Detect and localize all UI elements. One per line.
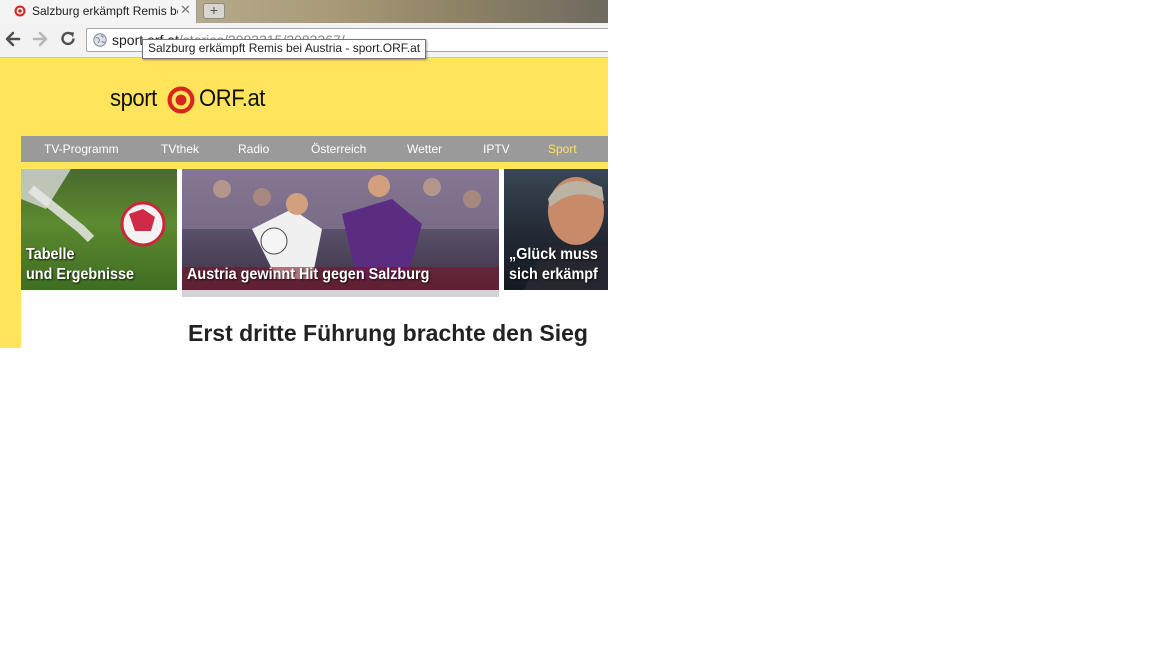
nav-oesterreich[interactable]: Österreich — [311, 142, 366, 156]
nav-iptv[interactable]: IPTV — [483, 142, 510, 156]
teaser-austria-salzburg[interactable]: Austria gewinnt Hit gegen Salzburg — [182, 169, 499, 290]
logo-text-orf: ORF.at — [199, 85, 265, 112]
browser-tab[interactable]: Salzburg erkämpft Remis be ✕ — [0, 0, 197, 23]
teaser-caption: „Glück muss sich erkämpf — [509, 245, 598, 285]
web-page: sport ORF.at TV-Programm TVthek Radio Ös… — [0, 58, 608, 348]
nav-wetter[interactable]: Wetter — [407, 142, 442, 156]
browser-window: Salzburg erkämpft Remis be ✕ + sport.orf… — [0, 0, 608, 348]
teaser-caption-line: Tabelle — [26, 246, 75, 263]
teaser-caption-line: und Ergebnisse — [26, 266, 135, 283]
main-navigation: TV-Programm TVthek Radio Österreich Wett… — [21, 136, 608, 162]
teaser-caption-line: Austria gewinnt Hit gegen Salzburg — [187, 266, 430, 283]
left-brand-stripe — [0, 58, 21, 348]
teaser-caption: Tabelle und Ergebnisse — [26, 245, 134, 285]
teaser-caption: Austria gewinnt Hit gegen Salzburg — [187, 265, 429, 285]
nav-radio[interactable]: Radio — [238, 142, 269, 156]
nav-tvthek[interactable]: TVthek — [161, 142, 199, 156]
new-tab-button[interactable]: + — [203, 3, 225, 19]
reload-icon[interactable] — [58, 29, 78, 49]
teaser-active-indicator — [182, 290, 499, 297]
teaser-glueck[interactable]: „Glück muss sich erkämpf — [504, 169, 608, 290]
tab-title: Salzburg erkämpft Remis be — [32, 4, 178, 18]
tab-tooltip: Salzburg erkämpft Remis bei Austria - sp… — [142, 39, 427, 59]
orf-ring-icon — [167, 86, 195, 114]
globe-icon — [93, 33, 107, 47]
article-headline: Erst dritte Führung brachte den Sieg — [188, 320, 588, 346]
tab-strip: Salzburg erkämpft Remis be ✕ + — [0, 0, 608, 23]
teaser-caption-line: sich erkämpf — [509, 266, 598, 283]
teaser-caption-line: „Glück muss — [509, 246, 598, 263]
nav-tv-programm[interactable]: TV-Programm — [44, 142, 119, 156]
teaser-tabelle[interactable]: Tabelle und Ergebnisse — [21, 169, 177, 290]
forward-arrow-icon[interactable] — [30, 29, 50, 49]
back-arrow-icon[interactable] — [3, 29, 23, 49]
tab-close-icon[interactable]: ✕ — [180, 2, 191, 18]
nav-sport[interactable]: Sport — [548, 142, 577, 156]
logo-text-sport: sport — [110, 85, 157, 112]
orf-favicon-icon — [14, 5, 26, 17]
